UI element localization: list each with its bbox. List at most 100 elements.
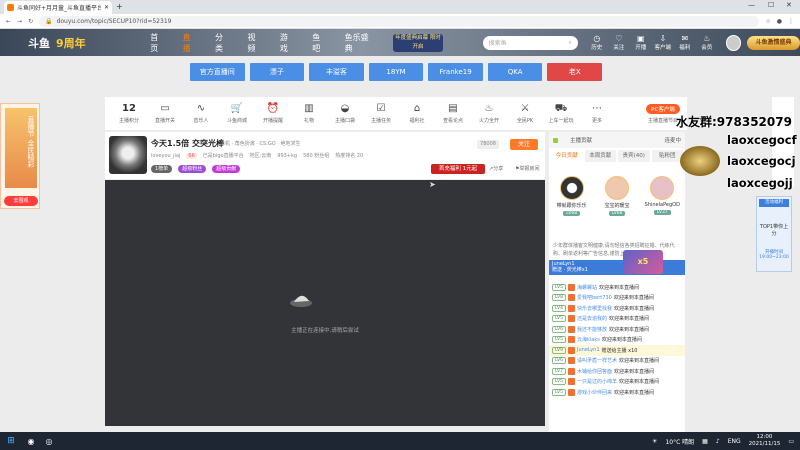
chat-message[interactable]: LV6 我还不能够放 欢迎来到本直播间 xyxy=(549,324,685,335)
chat-message[interactable]: LV7 木铺给你回答面 欢迎来到本直播间 xyxy=(549,366,685,377)
room-title: 今天1.5倍 交突光棒 xyxy=(151,139,224,148)
right-ad-banner[interactable]: 活动福利 TOP1带你上分 开播时间 19:00~23:00 xyxy=(756,196,792,272)
chat-message[interactable]: LV4 快乐去哪里找我 欢迎来到本直播间 xyxy=(549,303,685,314)
toolbar-item[interactable]: ⛟ 上车一起玩 xyxy=(543,103,579,124)
chat-message-gift[interactable]: LV9 JuneLyn1 赠送给主播 x10 xyxy=(549,345,685,356)
volume-icon[interactable]: ♪ xyxy=(716,438,720,445)
toolbar-item[interactable]: ⚔ 全民PK xyxy=(507,103,543,124)
follow-button[interactable]: 关注 xyxy=(510,139,538,150)
tab-fans[interactable]: 贴粉团 xyxy=(651,150,683,162)
video-player[interactable]: ➤ 主播正在连接中,请稍后尝试 xyxy=(105,180,545,426)
window-close-icon[interactable]: ✕ xyxy=(786,1,792,9)
tab-vip[interactable]: 贵宾(40) xyxy=(618,150,650,162)
share-button[interactable]: ⇗分享 xyxy=(489,165,503,172)
search-input[interactable]: 搜索鱼 ⌕ xyxy=(482,35,578,50)
browser-tab[interactable]: 斗鱼同好+月月童_斗鱼直播平台 ✕ xyxy=(4,1,112,14)
url-field[interactable]: 🔒 douyu.com/topic/SECUP10?rid=52319 xyxy=(39,15,760,27)
chat-message[interactable]: LV8 爱我吧bert730 欢迎来到本直播间 xyxy=(549,293,685,304)
nav-video[interactable]: 视频 xyxy=(247,32,261,54)
anchor-button[interactable]: 官方直播间 xyxy=(190,63,245,81)
toolbar-item[interactable]: ⏰ 开播提醒 xyxy=(255,103,291,124)
welfare-button[interactable]: ✉ 福利 xyxy=(676,34,694,51)
chat-message[interactable]: LV5 海螺螺站 欢迎来到本直播间 xyxy=(549,282,685,293)
client-button[interactable]: ⇩ 客户端 xyxy=(654,34,672,51)
anchor-button[interactable]: 丰溢客 xyxy=(309,63,364,81)
back-icon[interactable]: ← xyxy=(6,18,11,25)
toolbar-item[interactable]: ∿ 音乐人 xyxy=(183,103,219,124)
ad-watch-button[interactable]: 去围观 xyxy=(4,196,38,206)
toolbar-item[interactable]: 🛒 斗鱼商城 xyxy=(219,103,255,124)
go-live-button[interactable]: ▣ 开播 xyxy=(632,34,650,51)
follow-button[interactable]: ♡ 关注 xyxy=(610,34,628,51)
menu-icon[interactable]: ⋮ xyxy=(788,18,794,25)
network-icon[interactable]: ▦ xyxy=(702,438,708,445)
weather-text[interactable]: 10°C 晴朗 xyxy=(665,437,694,446)
toolbar-item[interactable]: ▭ 直播开关 xyxy=(147,103,183,124)
nav-home[interactable]: 首页 xyxy=(150,32,164,54)
rank-item[interactable]: 宝宝的暖宝 LV68 xyxy=(597,176,637,224)
report-button[interactable]: ⚑举报房间 xyxy=(515,165,540,172)
notification-icon[interactable]: ▭ xyxy=(788,438,794,445)
cart-icon: 🛒 xyxy=(230,103,244,114)
overlay-qq-group: 水友群:978352079 xyxy=(676,115,792,129)
anchor-button-active[interactable]: 老X xyxy=(547,63,603,81)
pill-super-fan[interactable]: 超级粉丝 xyxy=(178,165,207,173)
anchor-button[interactable]: 18YM xyxy=(368,63,424,81)
chat-message[interactable]: LV5 还是去追我的 欢迎来到本直播间 xyxy=(549,314,685,325)
tab-today[interactable]: 今日贡献 xyxy=(551,150,583,162)
anchor-name[interactable]: loveyou_jiaj xyxy=(151,153,180,159)
maximize-icon[interactable]: ☐ xyxy=(768,1,774,9)
minimize-icon[interactable]: — xyxy=(748,1,755,9)
nav-festival[interactable]: 鱼乐盛典 xyxy=(345,32,374,54)
rank-item[interactable]: 带就跟你乐乐 LV68 xyxy=(552,176,592,224)
member-button[interactable]: ♨ 会员 xyxy=(698,34,716,51)
nav-category[interactable]: 分类 xyxy=(215,32,229,54)
history-button[interactable]: ◷ 历史 xyxy=(588,34,606,51)
profile-icon[interactable]: ● xyxy=(777,18,782,25)
checkbox-icon[interactable] xyxy=(553,137,558,143)
more-icon: ⋯ xyxy=(592,103,602,114)
toolbar-item[interactable]: ☑ 主播任务 xyxy=(363,103,399,124)
tab-week[interactable]: 本周贡献 xyxy=(584,150,616,162)
toolbar-item[interactable]: ⌂ 福利社 xyxy=(399,103,435,124)
anchor-button[interactable]: QKA xyxy=(487,63,543,81)
chat-message[interactable]: LV5 一只是过的小绵羊 欢迎来到本直播间 xyxy=(549,377,685,388)
brand-badge[interactable]: 斗鱼激情盛典 xyxy=(747,35,800,50)
toolbar-item[interactable]: ◒ 主播口袋 xyxy=(327,103,363,124)
pill-rank[interactable]: 1榜单 xyxy=(151,165,173,173)
anchor-button[interactable]: Franke19 xyxy=(428,63,483,81)
search-icon[interactable]: ⌕ xyxy=(568,39,571,47)
user-avatar[interactable] xyxy=(725,34,742,51)
rank-item[interactable]: ShinelaPegOD LV37 xyxy=(642,176,682,224)
anchor-meta: loveyou_jiaj 66 已是bigo直播平台 地区:云南 993+kg … xyxy=(151,152,364,159)
nav-games[interactable]: 游戏 xyxy=(280,32,294,54)
anchor-level: 66 xyxy=(186,152,197,159)
toolbar-item[interactable]: ♨ 火力全开 xyxy=(471,103,507,124)
close-icon[interactable]: ✕ xyxy=(104,4,109,11)
anchor-avatar[interactable] xyxy=(109,136,147,174)
toolbar-item[interactable]: ▤ 查看论点 xyxy=(435,103,471,124)
toolbar-item[interactable]: ⋯ 更多 xyxy=(579,103,615,124)
reload-icon[interactable]: ↻ xyxy=(28,18,33,25)
obs-icon[interactable]: ◎ xyxy=(40,432,58,450)
left-ad-banner[interactable]: 直播节 全民精彩 去围观 xyxy=(0,103,40,209)
pill-contrib[interactable]: 超级贡献 xyxy=(212,165,241,173)
language-indicator[interactable]: ENG xyxy=(728,438,741,445)
chat-message[interactable]: LV5 云海klaks 欢迎来到本直播间 xyxy=(549,335,685,346)
chat-message[interactable]: LV6 请叫矛盾一样艺术 欢迎来到本直播间 xyxy=(549,356,685,367)
room-tags[interactable]: 单机 · 角色扮演 · CS:GO · 绝地求生 xyxy=(220,140,300,147)
promo-banner[interactable]: 年度盛典启幕 限时开启 xyxy=(393,33,443,52)
clock[interactable]: 12:00 2021/11/15 xyxy=(749,434,781,448)
nav-live[interactable]: 直播 xyxy=(183,32,197,54)
chrome-icon[interactable]: ◉ xyxy=(22,432,40,450)
star-icon[interactable]: ☆ xyxy=(765,18,770,25)
douyu-logo[interactable]: 斗鱼 9周年 xyxy=(0,29,110,56)
recharge-button[interactable]: 首充福利 1元起 xyxy=(431,164,485,174)
anchor-button[interactable]: 漂子 xyxy=(249,63,305,81)
windows-start-icon[interactable]: ⊞ xyxy=(0,432,22,450)
chat-message[interactable]: LV5 游戏小伙伴回来 欢迎来到本直播间 xyxy=(549,387,685,398)
new-tab-icon[interactable]: + xyxy=(116,2,123,11)
forward-icon[interactable]: → xyxy=(17,18,22,25)
nav-yuba[interactable]: 鱼吧 xyxy=(312,32,326,54)
toolbar-item[interactable]: ▥ 礼物 xyxy=(291,103,327,124)
